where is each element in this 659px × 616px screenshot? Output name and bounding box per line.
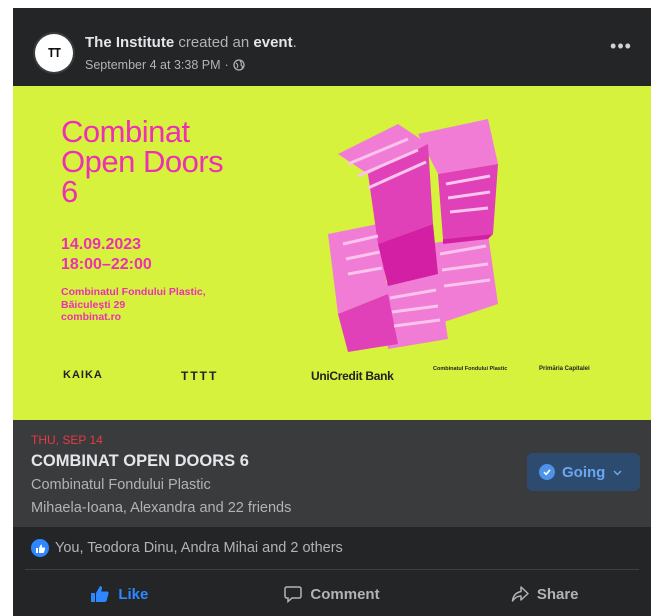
like-button[interactable]: Like bbox=[13, 572, 226, 616]
share-label: Share bbox=[536, 585, 579, 603]
event-friends-going: Mihaela-Ioana, Alexandra and 22 friends bbox=[31, 500, 292, 516]
going-label: Going bbox=[562, 463, 606, 481]
globe-icon bbox=[233, 59, 245, 71]
header-period: . bbox=[292, 34, 297, 51]
event-cover-image[interactable]: Combinat Open Doors 6 14.09.2023 18:00–2… bbox=[13, 86, 651, 420]
like-icon bbox=[31, 539, 49, 557]
sponsor-logo: KAIKA bbox=[63, 369, 103, 381]
event-title[interactable]: COMBINAT OPEN DOORS 6 bbox=[31, 452, 249, 471]
sponsor-strip: KAIKA TTTT UniCredit Bank Combinatul Fon… bbox=[61, 351, 621, 401]
action-text: created an bbox=[178, 34, 250, 51]
poster-datetime: 14.09.2023 18:00–22:00 bbox=[61, 235, 152, 275]
sponsor-logo: Combinatul Fondului Plastic bbox=[433, 366, 508, 372]
post-actions: Like Comment Share bbox=[13, 572, 651, 616]
comment-icon bbox=[284, 585, 303, 603]
like-label: Like bbox=[118, 585, 149, 603]
comment-label: Comment bbox=[310, 585, 380, 603]
more-options-button[interactable]: ••• bbox=[607, 37, 635, 60]
post-header-line: The Institute created an event. bbox=[85, 34, 297, 51]
thumbs-up-icon bbox=[90, 585, 110, 603]
avatar[interactable]: TT bbox=[35, 34, 73, 72]
share-icon bbox=[511, 585, 529, 603]
post-header: TT The Institute created an event. Septe… bbox=[13, 8, 651, 86]
avatar-logo: TT bbox=[47, 46, 61, 60]
sponsor-logo: UniCredit Bank bbox=[311, 369, 394, 383]
event-location: Combinatul Fondului Plastic bbox=[31, 477, 211, 493]
post-timestamp[interactable]: September 4 at 3:38 PM bbox=[85, 58, 221, 72]
check-icon bbox=[539, 464, 555, 480]
poster-venue: Combinatul Fondului Plastic, Băiculești … bbox=[61, 286, 206, 311]
event-date: THU, SEP 14 bbox=[31, 433, 103, 447]
sponsor-logo: TTTT bbox=[181, 369, 219, 383]
author-name[interactable]: The Institute bbox=[85, 34, 174, 51]
reaction-summary[interactable]: You, Teodora Dinu, Andra Mihai and 2 oth… bbox=[55, 540, 343, 556]
chevron-down-icon bbox=[613, 463, 622, 481]
poster-title-line: Combinat bbox=[61, 114, 190, 149]
sponsor-logo: Primăria Capitalei bbox=[539, 366, 590, 372]
poster-date: 14.09.2023 bbox=[61, 236, 142, 253]
divider bbox=[25, 569, 639, 570]
event-post-card: TT The Institute created an event. Septe… bbox=[13, 8, 651, 616]
reactions-bar[interactable]: You, Teodora Dinu, Andra Mihai and 2 oth… bbox=[13, 527, 651, 569]
meta-separator: · bbox=[224, 58, 229, 72]
poster-title-line: Open Doors bbox=[61, 144, 224, 179]
going-button[interactable]: Going bbox=[527, 453, 640, 491]
comment-button[interactable]: Comment bbox=[226, 572, 439, 616]
event-link[interactable]: event bbox=[253, 34, 292, 51]
post-meta: September 4 at 3:38 PM · bbox=[85, 58, 245, 72]
poster-title-line: 6 bbox=[61, 174, 78, 209]
poster-website: combinat.ro bbox=[61, 311, 122, 323]
poster-time: 18:00–22:00 bbox=[61, 256, 152, 273]
event-details[interactable]: THU, SEP 14 COMBINAT OPEN DOORS 6 Combin… bbox=[13, 420, 651, 527]
poster-artwork bbox=[328, 119, 498, 352]
poster-title: Combinat Open Doors 6 bbox=[61, 114, 301, 209]
share-button[interactable]: Share bbox=[438, 572, 651, 616]
